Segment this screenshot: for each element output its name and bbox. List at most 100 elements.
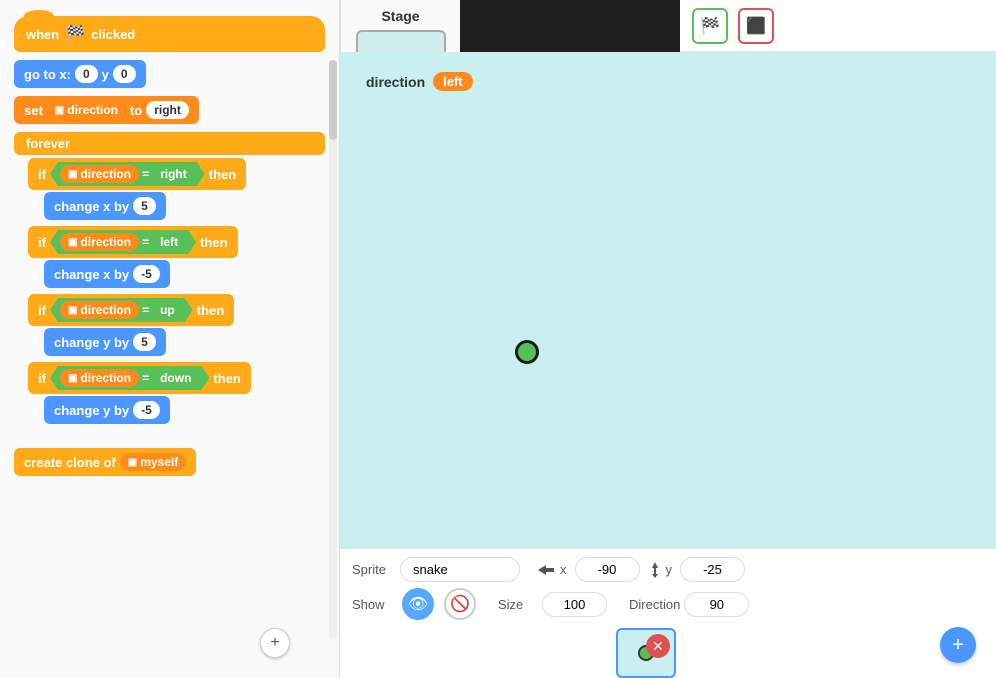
scrollbar-thumb[interactable] xyxy=(329,60,337,140)
if1-label: if xyxy=(38,167,46,182)
direction-display-value: left xyxy=(433,72,473,91)
sprite-thumbnails-row: ✕ + xyxy=(352,628,984,678)
flag-icon: 🏁 xyxy=(65,24,85,44)
x-label: x xyxy=(560,562,567,577)
down4: down xyxy=(152,369,199,387)
change-x-2[interactable]: change x by -5 xyxy=(44,260,170,288)
sprite-label: Sprite xyxy=(352,562,392,577)
clone-label: create clone of xyxy=(24,455,116,470)
if-block-2[interactable]: if direction = left then xyxy=(28,226,238,258)
goto-label: go to x: xyxy=(24,67,71,82)
change-x1-label: change x by xyxy=(54,199,129,214)
show-label: Show xyxy=(352,597,392,612)
if2-label: if xyxy=(38,235,46,250)
condition-1: direction = right xyxy=(50,162,205,186)
x-value[interactable]: 0 xyxy=(75,65,98,83)
up3: up xyxy=(152,301,183,319)
if-block-3[interactable]: if direction = up then xyxy=(28,294,234,326)
dir3-var: direction xyxy=(60,301,139,319)
sprite-thumb-1[interactable]: ✕ xyxy=(616,628,676,678)
delete-sprite-btn[interactable]: ✕ xyxy=(646,634,670,658)
stop-btn-icon: ⬛ xyxy=(746,16,766,36)
size-input[interactable] xyxy=(542,592,607,617)
add-sprite-btn[interactable]: + xyxy=(940,627,976,663)
eq1: = xyxy=(142,167,149,181)
change-y4-label: change y by xyxy=(54,403,129,418)
to-label: to xyxy=(130,103,142,118)
clicked-label: clicked xyxy=(91,27,135,42)
direction-group: Direction xyxy=(629,592,749,617)
eq2: = xyxy=(142,235,149,249)
direction-label: Direction xyxy=(629,597,680,612)
y-value[interactable]: 0 xyxy=(113,65,136,83)
val3[interactable]: 5 xyxy=(133,333,156,351)
zoom-in-btn[interactable]: + xyxy=(260,628,290,658)
crossed-eye-icon: 🚫 xyxy=(450,594,470,614)
right-panel: 🏁 ⬛ ▣ ⊟ ⤢ direction left Sprite xyxy=(340,0,996,678)
condition-4: direction = down xyxy=(50,366,209,390)
if3-label: if xyxy=(38,303,46,318)
then1-label: then xyxy=(209,167,236,182)
left2: left xyxy=(152,233,186,251)
change-x2-label: change x by xyxy=(54,267,129,282)
clone-block[interactable]: create clone of myself xyxy=(14,448,196,476)
x-input[interactable] xyxy=(575,557,640,582)
flag-btn-icon: 🏁 xyxy=(700,16,720,36)
top-toolbar: 🏁 ⬛ ▣ ⊟ ⤢ xyxy=(680,0,996,52)
direction-display: direction left xyxy=(354,66,485,97)
if-block-1[interactable]: if direction = right then xyxy=(28,158,246,190)
sprite-info-bar: Sprite x y Show 👁 xyxy=(340,548,996,678)
arrow-icon xyxy=(536,563,556,577)
sprite-name-input[interactable] xyxy=(400,557,520,582)
condition-3: direction = up xyxy=(50,298,193,322)
val2[interactable]: -5 xyxy=(133,265,160,283)
right-value[interactable]: right xyxy=(146,101,189,119)
goto-block[interactable]: go to x: 0 y 0 xyxy=(14,60,146,88)
then4-label: then xyxy=(213,371,240,386)
set-block[interactable]: set direction to right xyxy=(14,96,199,124)
change-y3-label: change y by xyxy=(54,335,129,350)
if4-label: if xyxy=(38,371,46,386)
condition-2: direction = left xyxy=(50,230,196,254)
sprite-dot[interactable] xyxy=(515,340,539,364)
forever-label: forever xyxy=(26,136,70,151)
scrollbar[interactable] xyxy=(329,60,337,640)
dir4-var: direction xyxy=(60,369,139,387)
size-label: Size xyxy=(498,597,538,612)
then2-label: then xyxy=(200,235,227,250)
dir1-var: direction xyxy=(60,165,139,183)
code-panel: when 🏁 clicked go to x: 0 y 0 set direct… xyxy=(0,0,340,678)
forever-block[interactable]: forever if direction = right then change… xyxy=(14,132,325,430)
zoom-in-icon: + xyxy=(270,634,279,652)
change-y-4[interactable]: change y by -5 xyxy=(44,396,170,424)
direction-var[interactable]: direction xyxy=(47,101,126,119)
stage-area: direction left xyxy=(340,52,996,548)
when-clicked-block[interactable]: when 🏁 clicked xyxy=(14,10,325,52)
if-block-4[interactable]: if direction = down then xyxy=(28,362,251,394)
val4[interactable]: -5 xyxy=(133,401,160,419)
val1[interactable]: 5 xyxy=(133,197,156,215)
hide-eye-btn[interactable]: 🚫 xyxy=(444,588,476,620)
show-eye-btn[interactable]: 👁 xyxy=(402,588,434,620)
right1: right xyxy=(152,165,195,183)
eye-icon: 👁 xyxy=(408,594,428,614)
set-label: set xyxy=(24,103,43,118)
change-y-3[interactable]: change y by 5 xyxy=(44,328,166,356)
myself-val[interactable]: myself xyxy=(120,453,186,471)
y-input[interactable] xyxy=(680,557,745,582)
dir2-var: direction xyxy=(60,233,139,251)
flag-btn[interactable]: 🏁 xyxy=(692,8,728,44)
zoom-controls: + xyxy=(260,628,290,658)
y-label: y xyxy=(102,67,109,82)
then3-label: then xyxy=(197,303,224,318)
direction-input[interactable] xyxy=(684,592,749,617)
show-row: Show 👁 🚫 Size Direction xyxy=(352,588,984,620)
sprite-name-row: Sprite x y xyxy=(352,557,984,582)
eq3: = xyxy=(142,303,149,317)
y-label: y xyxy=(666,562,673,577)
direction-display-label: direction xyxy=(366,74,425,90)
eq4: = xyxy=(142,371,149,385)
stop-btn[interactable]: ⬛ xyxy=(738,8,774,44)
change-x-1[interactable]: change x by 5 xyxy=(44,192,166,220)
size-group: Size xyxy=(498,592,607,617)
